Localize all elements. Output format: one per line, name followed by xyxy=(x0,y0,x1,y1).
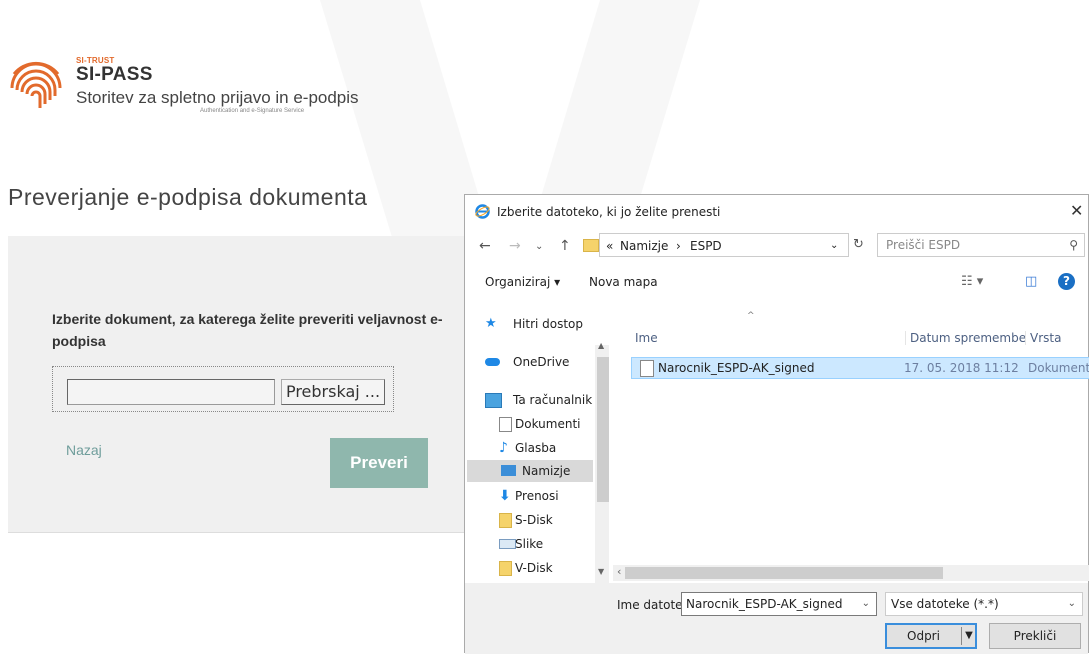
cloud-icon xyxy=(485,358,500,366)
up-arrow-icon[interactable]: ↑ xyxy=(559,238,571,254)
open-label: Odpri xyxy=(907,629,940,643)
filetype-value: Vse datoteke (*.*) xyxy=(891,597,999,611)
address-bar[interactable]: « Namizje › ESPD ⌄ xyxy=(599,233,849,257)
dialog-footer: Ime datoteke: Narocnik_ESPD-AK_signed ⌄ … xyxy=(465,583,1088,654)
nav-label: OneDrive xyxy=(513,355,570,369)
scroll-up-icon[interactable]: ▲ xyxy=(598,341,604,350)
back-link[interactable]: Nazaj xyxy=(66,442,102,458)
folder-icon xyxy=(499,561,512,576)
filetype-select[interactable]: Vse datoteke (*.*) ⌄ xyxy=(885,592,1083,616)
file-name: Narocnik_ESPD-AK_signed xyxy=(658,361,815,375)
preview-pane-icon[interactable]: ◫ xyxy=(1025,274,1037,289)
back-arrow-icon[interactable]: ← xyxy=(479,238,491,254)
chevron-down-icon[interactable]: ⌄ xyxy=(1068,598,1076,609)
nav-label: Glasba xyxy=(515,441,557,455)
refresh-icon[interactable]: ↻ xyxy=(853,237,864,252)
nav-label: Slike xyxy=(515,537,544,551)
open-dropdown-icon[interactable]: ▼ xyxy=(961,627,976,645)
help-icon[interactable]: ? xyxy=(1058,273,1075,290)
file-open-dialog: Izberite datoteko, ki jo želite prenesti… xyxy=(464,194,1089,654)
filename-input[interactable]: Narocnik_ESPD-AK_signed ⌄ xyxy=(681,592,877,616)
address-dropdown-icon[interactable]: ⌄ xyxy=(830,240,838,251)
star-icon: ★ xyxy=(485,316,497,331)
nav-scrollbar-thumb[interactable] xyxy=(597,357,609,502)
column-date[interactable]: Datum spremembe xyxy=(905,331,1026,345)
brand-name: SI-PASS xyxy=(76,64,153,85)
folder-icon xyxy=(499,513,512,528)
cancel-button[interactable]: Prekliči xyxy=(989,623,1081,649)
nav-label: S-Disk xyxy=(515,513,553,527)
column-type[interactable]: Vrsta xyxy=(1025,331,1061,345)
search-input[interactable]: Preišči ESPD ⚲ xyxy=(877,233,1085,257)
nav-label: Namizje xyxy=(522,464,571,478)
file-type: Dokument xyxy=(1028,361,1089,375)
search-icon: ⚲ xyxy=(1069,238,1078,252)
instruction-label: Izberite dokument, za katerega želite pr… xyxy=(52,311,443,349)
dialog-toolbar: Organiziraj ▾ Nova mapa ☷ ▾ ◫ ? xyxy=(465,267,1088,299)
brand-tagline: Authentication and e-Signature Service xyxy=(200,108,305,114)
scroll-down-icon[interactable]: ▼ xyxy=(598,567,604,576)
scroll-left-icon[interactable]: ‹ xyxy=(617,565,621,578)
dialog-title: Izberite datoteko, ki jo želite prenesti xyxy=(497,205,721,219)
brand-subtitle: Storitev za spletno prijavo in e-podpis xyxy=(76,88,359,107)
browse-button[interactable]: Prebrskaj ... xyxy=(281,379,385,405)
breadcrumb-prefix: « xyxy=(606,239,614,253)
file-icon xyxy=(640,360,654,377)
breadcrumb-separator: › xyxy=(676,239,681,253)
forward-arrow-icon[interactable]: → xyxy=(509,238,521,254)
internet-explorer-icon xyxy=(475,204,490,219)
nav-label: V-Disk xyxy=(515,561,553,575)
desktop-icon xyxy=(501,465,516,476)
file-row[interactable]: Narocnik_ESPD-AK_signed 17. 05. 2018 11:… xyxy=(631,357,1089,379)
organize-menu[interactable]: Organiziraj ▾ xyxy=(485,275,560,289)
folder-icon xyxy=(583,239,599,252)
new-folder-button[interactable]: Nova mapa xyxy=(589,275,658,289)
navigation-pane: ★ Hitri dostop OneDrive Ta računalnik Do… xyxy=(465,303,609,583)
page-title: Preverjanje e-podpisa dokumenta xyxy=(8,184,368,210)
dialog-titlebar: Izberite datoteko, ki jo želite prenesti… xyxy=(465,195,1088,229)
chevron-down-icon[interactable]: ⌄ xyxy=(862,598,870,609)
open-button[interactable]: Odpri ▼ xyxy=(885,623,977,649)
nav-label: Hitri dostop xyxy=(513,317,584,331)
sort-ascending-icon: ^ xyxy=(747,311,755,321)
recent-chevron-icon[interactable]: ⌄ xyxy=(535,241,543,252)
pictures-icon xyxy=(499,539,516,549)
download-icon: ⬇ xyxy=(499,488,511,504)
verify-button[interactable]: Preveri xyxy=(330,438,428,488)
file-picker: Prebrskaj ... xyxy=(52,366,394,412)
nav-item-desktop[interactable]: Namizje xyxy=(467,460,593,482)
breadcrumb-namizje[interactable]: Namizje xyxy=(620,239,668,253)
nav-item-this-pc[interactable]: Ta računalnik xyxy=(485,389,605,411)
close-icon[interactable]: ✕ xyxy=(1070,201,1088,220)
filename-value: Narocnik_ESPD-AK_signed xyxy=(686,597,843,611)
horizontal-scrollbar-thumb[interactable] xyxy=(625,567,943,579)
computer-icon xyxy=(485,393,502,408)
file-date: 17. 05. 2018 11:12 xyxy=(904,361,1019,375)
nav-label: Ta računalnik xyxy=(513,393,593,407)
nav-label: Prenosi xyxy=(515,489,559,503)
column-name[interactable]: Ime xyxy=(635,331,658,345)
documents-icon xyxy=(499,417,512,432)
search-placeholder: Preišči ESPD xyxy=(886,238,961,252)
fingerprint-logo-icon xyxy=(10,61,62,108)
music-icon: ♪ xyxy=(499,440,508,456)
address-row: ← → ⌄ ↑ « Namizje › ESPD ⌄ ↻ Preišči ESP… xyxy=(465,229,1088,263)
view-options-icon[interactable]: ☷ ▾ xyxy=(961,274,983,289)
nav-label: Dokumenti xyxy=(515,417,581,431)
nav-item-onedrive[interactable]: OneDrive xyxy=(485,351,605,373)
breadcrumb-espd[interactable]: ESPD xyxy=(690,239,722,253)
verify-panel: Izberite dokument, za katerega želite pr… xyxy=(8,236,480,533)
file-path-input[interactable] xyxy=(67,379,275,405)
nav-item-quick-access[interactable]: ★ Hitri dostop xyxy=(485,313,605,335)
